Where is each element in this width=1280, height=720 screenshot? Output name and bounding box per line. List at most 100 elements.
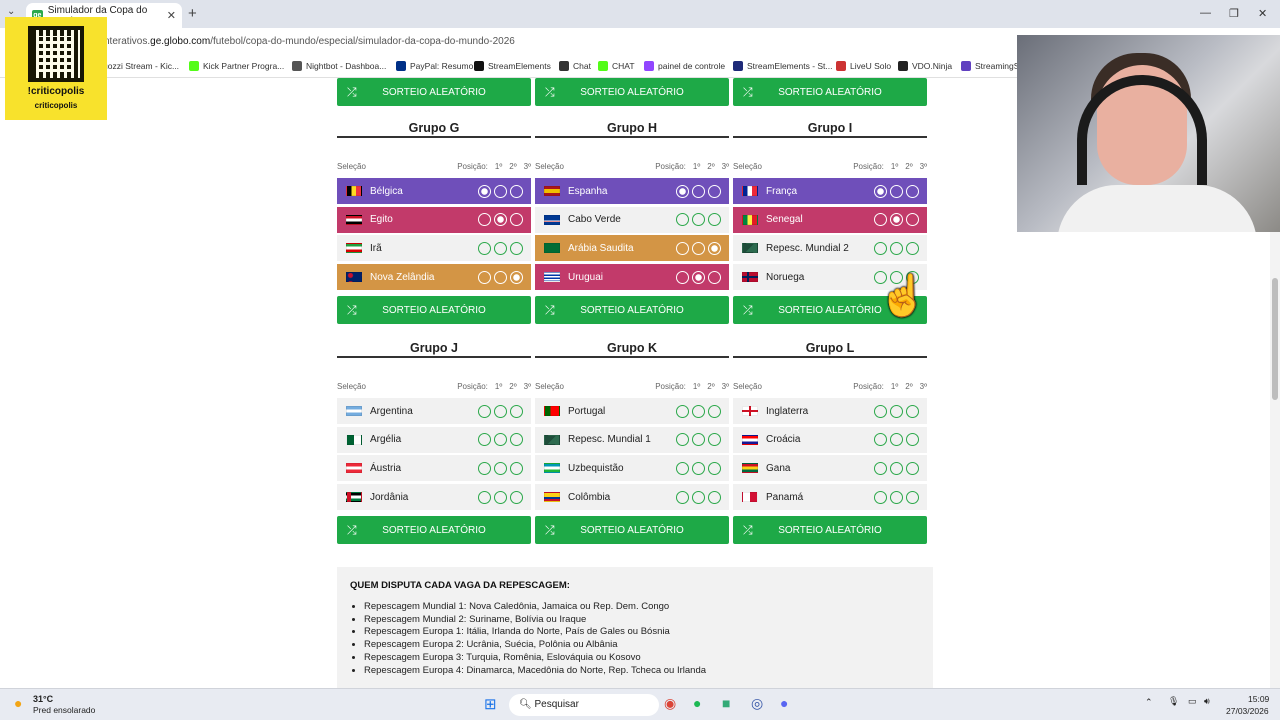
- position-1-radio[interactable]: [676, 270, 689, 284]
- position-1-radio[interactable]: [874, 213, 887, 227]
- scrollbar-thumb[interactable]: [1272, 278, 1278, 400]
- position-2-radio[interactable]: [692, 404, 705, 418]
- bookmark-item[interactable]: painel de controle: [644, 61, 725, 71]
- position-1-radio[interactable]: [478, 490, 491, 504]
- random-draw-button[interactable]: ⤮ SORTEIO ALEATÓRIO: [535, 78, 729, 106]
- position-3-radio[interactable]: [510, 404, 523, 418]
- position-3-radio[interactable]: [708, 241, 721, 255]
- url-text[interactable]: nterativos.ge.globo.com/futebol/copa-do-…: [104, 36, 515, 47]
- position-2-radio[interactable]: [692, 461, 705, 475]
- team-row[interactable]: Bélgica: [337, 178, 531, 204]
- team-row[interactable]: Repesc. Mundial 1: [535, 426, 729, 453]
- tab-list-chevron-icon[interactable]: ⌄: [7, 6, 15, 17]
- position-1-radio[interactable]: [676, 461, 689, 475]
- position-2-radio[interactable]: [692, 433, 705, 447]
- team-row[interactable]: Cabo Verde: [535, 206, 729, 233]
- position-2-radio[interactable]: [890, 461, 903, 475]
- position-1-radio[interactable]: [478, 241, 491, 255]
- team-row[interactable]: Espanha: [535, 178, 729, 204]
- team-row[interactable]: Jordânia: [337, 484, 531, 511]
- position-2-radio[interactable]: [494, 241, 507, 255]
- random-draw-button[interactable]: ⤮ SORTEIO ALEATÓRIO: [337, 296, 531, 324]
- position-3-radio[interactable]: [708, 270, 721, 284]
- team-row[interactable]: Panamá: [733, 484, 927, 511]
- discord-icon[interactable]: ●: [780, 695, 788, 711]
- position-1-radio[interactable]: [478, 461, 491, 475]
- position-1-radio[interactable]: [676, 184, 689, 198]
- team-row[interactable]: Colômbia: [535, 484, 729, 511]
- position-2-radio[interactable]: [692, 241, 705, 255]
- position-2-radio[interactable]: [890, 213, 903, 227]
- position-2-radio[interactable]: [890, 490, 903, 504]
- position-3-radio[interactable]: [906, 490, 919, 504]
- restore-icon[interactable]: ❐: [1229, 7, 1239, 20]
- team-row[interactable]: Egito: [337, 206, 531, 233]
- bookmark-item[interactable]: LiveU Solo: [836, 61, 891, 71]
- team-row[interactable]: Uruguai: [535, 264, 729, 291]
- position-1-radio[interactable]: [676, 404, 689, 418]
- position-3-radio[interactable]: [708, 404, 721, 418]
- position-3-radio[interactable]: [510, 184, 523, 198]
- team-row[interactable]: Inglaterra: [733, 398, 927, 424]
- position-1-radio[interactable]: [874, 404, 887, 418]
- position-3-radio[interactable]: [510, 461, 523, 475]
- position-3-radio[interactable]: [510, 241, 523, 255]
- position-1-radio[interactable]: [676, 241, 689, 255]
- position-3-radio[interactable]: [906, 404, 919, 418]
- team-row[interactable]: Gana: [733, 455, 927, 482]
- position-3-radio[interactable]: [906, 433, 919, 447]
- chrome-icon[interactable]: ◉: [664, 695, 676, 712]
- tray-chevron-icon[interactable]: ⌃: [1145, 697, 1153, 708]
- position-3-radio[interactable]: [708, 184, 721, 198]
- network-icon[interactable]: ▭: [1188, 696, 1197, 707]
- position-3-radio[interactable]: [510, 213, 523, 227]
- position-3-radio[interactable]: [708, 213, 721, 227]
- bookmark-item[interactable]: CHAT: [598, 61, 635, 71]
- minimize-icon[interactable]: —: [1200, 7, 1211, 19]
- position-3-radio[interactable]: [708, 490, 721, 504]
- position-2-radio[interactable]: [692, 270, 705, 284]
- team-row[interactable]: Áustria: [337, 455, 531, 482]
- position-1-radio[interactable]: [874, 461, 887, 475]
- position-2-radio[interactable]: [890, 241, 903, 255]
- position-1-radio[interactable]: [676, 213, 689, 227]
- position-2-radio[interactable]: [692, 184, 705, 198]
- bookmark-item[interactable]: PayPal: Resumo: [396, 61, 473, 71]
- position-1-radio[interactable]: [874, 433, 887, 447]
- position-2-radio[interactable]: [494, 213, 507, 227]
- bookmark-item[interactable]: StreamElements - St...: [733, 61, 833, 71]
- mic-icon[interactable]: 🎙︎: [1168, 696, 1179, 707]
- position-2-radio[interactable]: [890, 433, 903, 447]
- random-draw-button[interactable]: ⤮ SORTEIO ALEATÓRIO: [535, 516, 729, 544]
- team-row[interactable]: Croácia: [733, 426, 927, 453]
- position-1-radio[interactable]: [874, 241, 887, 255]
- team-row[interactable]: Nova Zelândia: [337, 264, 531, 291]
- random-draw-button[interactable]: ⤮ SORTEIO ALEATÓRIO: [535, 296, 729, 324]
- team-row[interactable]: Arábia Saudita: [535, 235, 729, 262]
- random-draw-button[interactable]: ⤮ SORTEIO ALEATÓRIO: [733, 78, 927, 106]
- position-3-radio[interactable]: [906, 213, 919, 227]
- team-row[interactable]: Senegal: [733, 206, 927, 233]
- position-1-radio[interactable]: [478, 184, 491, 198]
- random-draw-button[interactable]: ⤮ SORTEIO ALEATÓRIO: [337, 516, 531, 544]
- bookmark-item[interactable]: VDO.Ninja: [898, 61, 952, 71]
- position-3-radio[interactable]: [510, 433, 523, 447]
- position-3-radio[interactable]: [510, 490, 523, 504]
- position-2-radio[interactable]: [494, 184, 507, 198]
- position-2-radio[interactable]: [494, 270, 507, 284]
- team-row[interactable]: Argentina: [337, 398, 531, 424]
- taskbar-search[interactable]: 🔍︎ Pesquisar: [509, 694, 659, 716]
- position-2-radio[interactable]: [692, 490, 705, 504]
- position-3-radio[interactable]: [708, 433, 721, 447]
- position-3-radio[interactable]: [510, 270, 523, 284]
- position-1-radio[interactable]: [478, 433, 491, 447]
- bookmark-item[interactable]: StreamElements: [474, 61, 551, 71]
- position-1-radio[interactable]: [478, 213, 491, 227]
- position-1-radio[interactable]: [874, 490, 887, 504]
- team-row[interactable]: Portugal: [535, 398, 729, 424]
- spotify-icon[interactable]: ●: [693, 695, 701, 711]
- position-1-radio[interactable]: [676, 433, 689, 447]
- bookmark-item[interactable]: Nightbot - Dashboa...: [292, 61, 386, 71]
- position-2-radio[interactable]: [692, 213, 705, 227]
- volume-icon[interactable]: 🔊︎: [1204, 696, 1210, 707]
